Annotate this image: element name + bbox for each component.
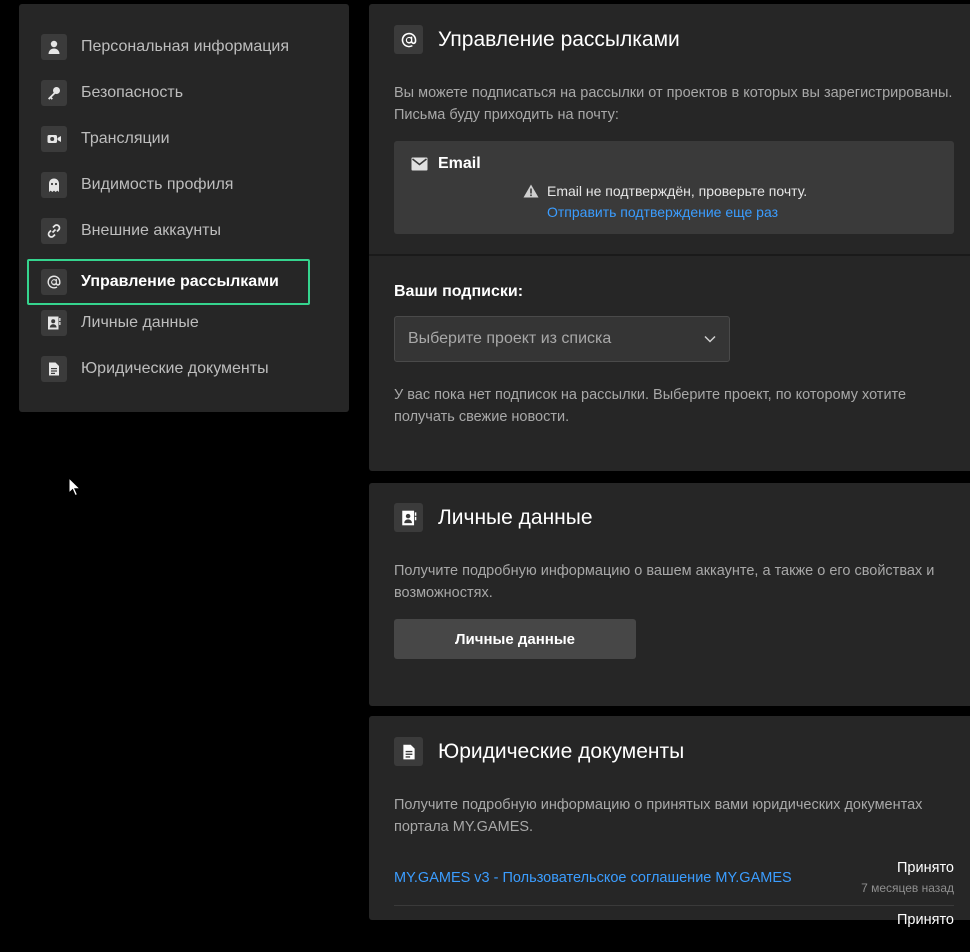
mouse-cursor-icon xyxy=(68,477,80,497)
ghost-icon xyxy=(41,172,67,198)
personal-data-header: Личные данные xyxy=(394,503,593,532)
sidebar-item-profile-visibility[interactable]: Видимость профиля xyxy=(27,162,310,208)
subscriptions-empty-text: У вас пока нет подписок на рассылки. Выб… xyxy=(394,387,907,425)
personal-data-button[interactable]: Личные данные xyxy=(394,619,636,659)
sidebar-item-external-accounts[interactable]: Внешние аккаунты xyxy=(27,208,310,254)
envelope-icon xyxy=(411,157,428,171)
contact-card-icon xyxy=(41,310,67,336)
contact-card-icon xyxy=(394,503,423,532)
document-link[interactable]: MY.GAMES v3 - Пользовательское соглашени… xyxy=(394,870,792,886)
personal-data-description: Получите подробную информацию о вашем ак… xyxy=(394,563,935,601)
email-warning: Email не подтверждён, проверьте почту. xyxy=(523,183,807,199)
page-title: Управление рассылками xyxy=(438,27,680,51)
project-select[interactable]: Выберите проект из списка xyxy=(394,316,730,362)
chevron-down-icon xyxy=(704,335,716,343)
sidebar-item-legal-docs[interactable]: Юридические документы xyxy=(27,346,310,392)
sidebar-item-label: Внешние аккаунты xyxy=(81,222,221,239)
email-warning-text: Email не подтверждён, проверьте почту. xyxy=(547,183,808,199)
link-icon xyxy=(41,218,67,244)
email-status-box: Email Email не подтверждён, проверьте по… xyxy=(394,141,954,234)
person-icon xyxy=(41,34,67,60)
resend-confirmation-link[interactable]: Отправить подтверждение еще раз xyxy=(547,204,778,220)
document-row: MY.GAMES v3 - Пользовательское соглашени… xyxy=(394,860,954,900)
sidebar-item-label: Управление рассылками xyxy=(81,273,279,290)
document-row: Принято xyxy=(394,912,954,952)
section-divider xyxy=(369,254,970,256)
sidebar-item-label: Безопасность xyxy=(81,84,184,101)
sidebar-item-label: Личные данные xyxy=(81,314,199,331)
key-icon xyxy=(41,80,67,106)
sidebar-item-mailing[interactable]: Управление рассылками xyxy=(27,259,310,305)
document-status: Принято xyxy=(897,912,954,928)
settings-sidebar: Персональная информация Безопасность Тра… xyxy=(19,4,349,412)
email-title: Email xyxy=(438,155,481,172)
at-icon xyxy=(41,269,67,295)
project-select-value: Выберите проект из списка xyxy=(408,330,612,347)
document-icon xyxy=(41,356,67,382)
camera-icon xyxy=(41,126,67,152)
at-icon xyxy=(394,25,423,54)
legal-docs-header: Юридические документы xyxy=(394,737,684,766)
legal-docs-panel: Юридические документы Получите подробную… xyxy=(369,716,970,928)
sidebar-item-personal-info[interactable]: Персональная информация xyxy=(27,24,310,70)
document-separator xyxy=(394,905,954,906)
personal-data-title: Личные данные xyxy=(438,505,593,529)
document-status: Принято xyxy=(897,860,954,876)
mailing-panel-header: Управление рассылками xyxy=(394,25,680,54)
personal-data-panel: Личные данные Получите подробную информа… xyxy=(369,483,970,706)
sidebar-item-label: Трансляции xyxy=(81,130,170,147)
legal-docs-title: Юридические документы xyxy=(438,739,685,763)
sidebar-item-label: Персональная информация xyxy=(81,38,290,55)
sidebar-item-label: Юридические документы xyxy=(81,360,269,377)
sidebar-item-personal-data[interactable]: Личные данные xyxy=(27,300,310,346)
email-header: Email xyxy=(411,155,481,173)
mailing-panel: Управление рассылками Вы можете подписат… xyxy=(369,4,970,471)
warning-icon xyxy=(523,184,539,198)
subscriptions-label: Ваши подписки: xyxy=(394,283,524,300)
sidebar-item-label: Видимость профиля xyxy=(81,176,234,193)
document-time: 7 месяцев назад xyxy=(861,881,954,895)
sidebar-item-streams[interactable]: Трансляции xyxy=(27,116,310,162)
mailing-description: Вы можете подписаться на рассылки от про… xyxy=(394,85,953,123)
legal-docs-description: Получите подробную информацию о принятых… xyxy=(394,797,923,835)
document-icon xyxy=(394,737,423,766)
sidebar-item-security[interactable]: Безопасность xyxy=(27,70,310,116)
